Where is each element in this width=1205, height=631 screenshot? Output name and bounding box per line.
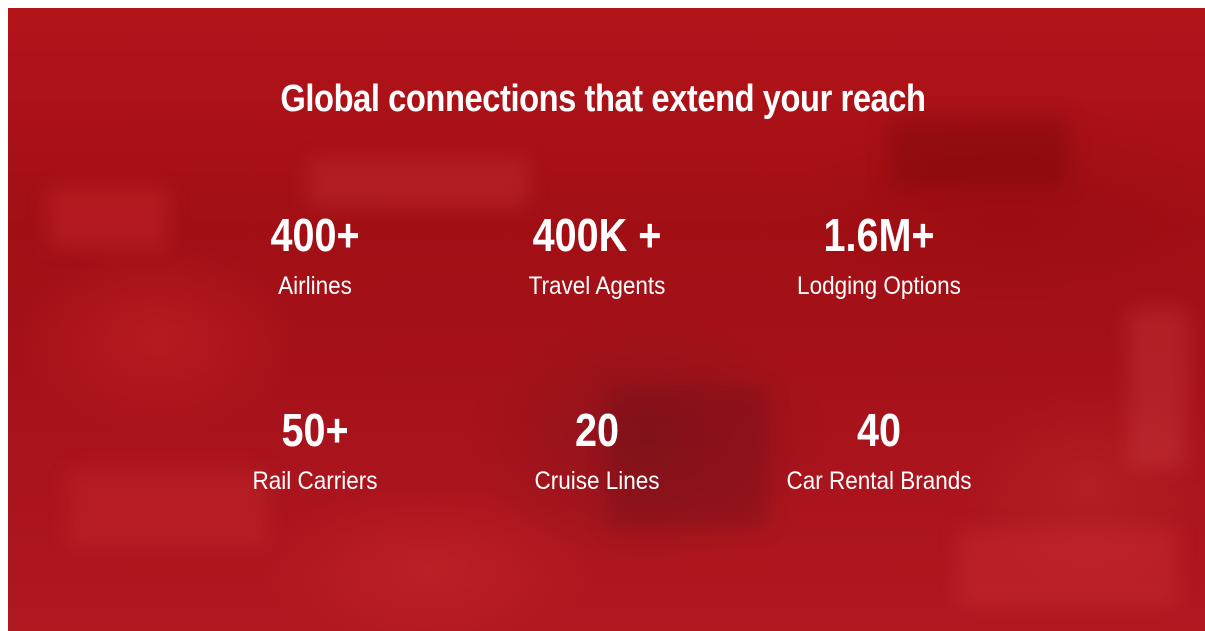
stat-airlines: 400+ Airlines [185,207,445,301]
stat-value: 50+ [281,404,349,456]
stat-value: 20 [574,404,619,456]
stat-label: Lodging Options [797,272,961,300]
hero-banner: Global connections that extend your reac… [8,8,1205,631]
stat-label: Cruise Lines [534,467,660,495]
stat-cruise-lines: 20 Cruise Lines [467,402,727,496]
stat-value: 400+ [270,209,360,261]
stat-travel-agents: 400K + Travel Agents [467,207,727,301]
stat-label: Airlines [278,272,352,300]
stat-label: Travel Agents [528,272,666,300]
stat-rail-carriers: 50+ Rail Carriers [185,402,445,496]
stat-label: Rail Carriers [252,467,378,495]
stat-label: Car Rental Brands [786,467,972,495]
stat-value: 40 [856,404,901,456]
section-heading: Global connections that extend your reac… [280,78,926,120]
stat-car-rental-brands: 40 Car Rental Brands [749,402,1009,496]
stat-value: 1.6M+ [823,209,935,261]
stat-lodging-options: 1.6M+ Lodging Options [749,207,1009,301]
stat-value: 400K + [532,209,662,261]
